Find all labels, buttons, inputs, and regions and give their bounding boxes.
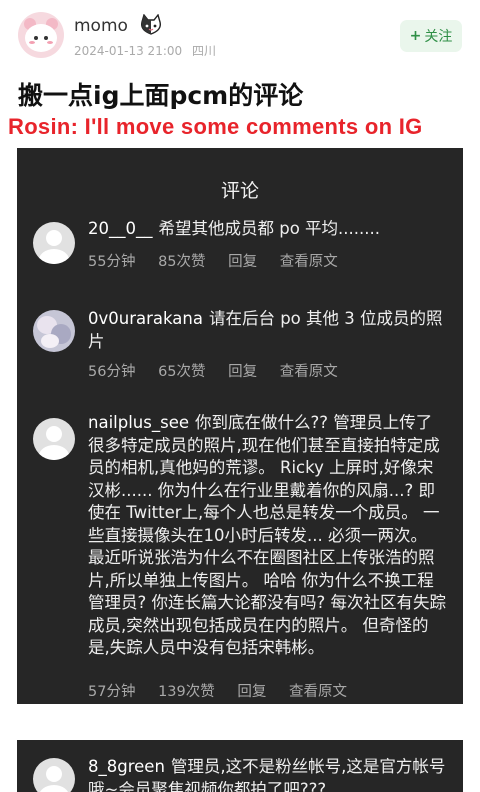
post-title: 搬一点ig上面pcm的评论 [18,81,304,110]
cat-badge-icon [141,14,161,35]
avatar-eye [34,36,38,40]
comment-username: 8_8green [88,757,165,776]
avatar-cheek [47,41,53,44]
comment-username: nailplus_see [88,413,189,432]
avatar-eye [44,36,48,40]
comment-meta: 56分钟 65次赞 回复 查看原文 [88,360,356,381]
see-original-link: 查看原文 [279,364,338,380]
photo-avatar [33,310,75,352]
comment-body: 你到底在做什么?? 管理员上传了很多特定成员的照片,现在他们甚至直接拍特定成员的… [88,413,447,657]
comment-likes: 139次赞 [158,684,215,700]
translation-caption: Rosin: I'll move some comments on IG [8,114,423,139]
comment-time: 57分钟 [88,684,136,700]
comment-likes: 85次赞 [158,254,206,270]
default-avatar-icon [33,758,75,792]
comments-screenshot-2[interactable]: 8_8green 管理员,这不是粉丝帐号,这是官方帐号哦~会员聚焦视频你都拍了吧?… [17,740,463,792]
post-header: momo 2024-01-13 21:00 四川 + 关注 [0,0,480,70]
post-date: 2024-01-13 21:00 [74,44,183,58]
comments-title: 评论 [220,180,259,202]
follow-button[interactable]: + 关注 [400,20,462,52]
see-original-link: 查看原文 [279,254,338,270]
plus-icon: + [409,28,422,44]
comment-likes: 65次赞 [158,364,206,380]
comment-meta: 57分钟 139次赞 回复 查看原文 [88,680,365,701]
default-avatar-icon [33,418,75,460]
comment-text: 8_8green 管理员,这不是粉丝帐号,这是官方帐号哦~会员聚焦视频你都拍了吧?… [88,756,448,792]
avatar-face [25,24,57,52]
comment-meta: 55分钟 85次赞 回复 查看原文 [88,250,356,271]
avatar-cheek [29,41,35,44]
comment-time: 56分钟 [88,364,136,380]
follow-label: 关注 [424,29,453,45]
comment-text: 20__0__ 希望其他成员都 po 平均........ [88,218,448,241]
user-avatar[interactable] [18,12,64,58]
comment-username: 20__0__ [88,219,153,238]
post-meta: 2024-01-13 21:00 四川 [74,42,222,59]
comment-body: 希望其他成员都 po 平均........ [158,219,381,238]
username[interactable]: momo [74,16,128,36]
reply-link: 回复 [237,684,267,700]
comment-text: nailplus_see 你到底在做什么?? 管理员上传了很多特定成员的照片,现在… [88,412,448,660]
comment-text: 0v0urarakana 请在后台 po 其他 3 位成员的照片 [88,308,448,353]
comment-username: 0v0urarakana [88,309,203,328]
comment-time: 55分钟 [88,254,136,270]
reply-link: 回复 [228,254,258,270]
post-location: 四川 [191,44,216,58]
reply-link: 回复 [228,364,258,380]
see-original-link: 查看原文 [288,684,347,700]
comments-screenshot[interactable]: 评论 20__0__ 希望其他成员都 po 平均........ 55分钟 85次… [17,148,463,704]
default-avatar-icon [33,222,75,264]
